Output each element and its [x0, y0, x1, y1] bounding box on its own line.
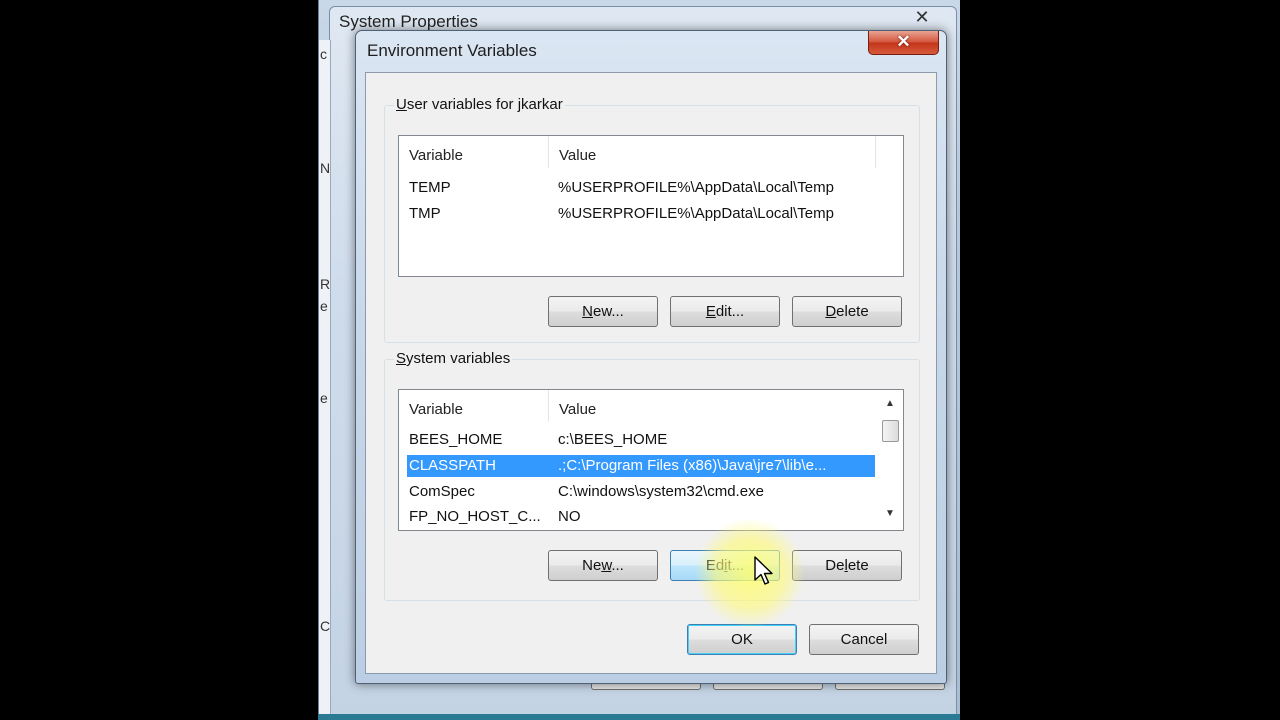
- access-key: E: [705, 303, 716, 320]
- user-variables-list[interactable]: Variable Value TEMP %USERPROFILE%\AppDat…: [398, 135, 904, 277]
- variable-cell: CLASSPATH: [409, 457, 496, 474]
- system-properties-close-icon[interactable]: ✕: [887, 6, 957, 28]
- table-row[interactable]: ComSpec C:\windows\system32\cmd.exe: [407, 481, 875, 503]
- clipped-text: e: [320, 298, 328, 314]
- list-header: Variable Value: [399, 136, 903, 168]
- user-variables-label: User variables for jkarkar: [394, 96, 565, 113]
- access-key: S: [396, 350, 407, 367]
- button-label: Ne: [582, 557, 602, 574]
- system-properties-tab-strip: c N R e e C: [319, 40, 331, 720]
- clipped-text: N: [320, 160, 331, 176]
- cancel-button[interactable]: Cancel: [809, 624, 919, 655]
- clipped-text: c: [320, 46, 327, 62]
- system-properties-title: System Properties: [339, 12, 478, 31]
- value-cell: %USERPROFILE%\AppData\Local\Temp: [558, 179, 834, 196]
- button-label: t...: [727, 557, 745, 574]
- button-label: Ed: [705, 557, 725, 574]
- scroll-down-icon[interactable]: ▼: [877, 504, 903, 524]
- close-icon: ✕: [896, 32, 911, 51]
- system-edit-button[interactable]: Edit...: [670, 550, 780, 581]
- user-edit-button[interactable]: Edit...: [670, 296, 780, 327]
- label-text: ser variables for jkarkar: [406, 96, 563, 113]
- clipped-text: e: [320, 390, 328, 406]
- scroll-up-icon[interactable]: ▲: [877, 394, 903, 414]
- system-new-button[interactable]: New...: [548, 550, 658, 581]
- value-cell: C:\windows\system32\cmd.exe: [558, 483, 764, 500]
- table-row[interactable]: TMP %USERPROFILE%\AppData\Local\Temp: [407, 203, 875, 225]
- scroll-thumb[interactable]: [882, 420, 899, 442]
- access-key: U: [396, 96, 407, 113]
- value-cell: NO: [558, 508, 581, 525]
- clipped-text: R: [320, 276, 331, 292]
- dialog-client-area: User variables for jkarkar Variable Valu…: [365, 72, 937, 674]
- button-label: elete: [836, 303, 869, 320]
- user-new-button[interactable]: New...: [548, 296, 658, 327]
- table-row[interactable]: BEES_HOME c:\BEES_HOME: [407, 429, 875, 451]
- clipped-text: C: [320, 618, 331, 634]
- list-header: Variable Value: [399, 390, 903, 422]
- table-row[interactable]: TEMP %USERPROFILE%\AppData\Local\Temp: [407, 177, 875, 199]
- variable-cell: TMP: [409, 205, 441, 222]
- table-row[interactable]: FP_NO_HOST_C... NO: [407, 506, 875, 528]
- button-label: De: [825, 557, 845, 574]
- access-key: N: [582, 303, 593, 320]
- dialog-title: Environment Variables: [367, 41, 537, 60]
- button-label: ...: [611, 557, 624, 574]
- value-cell: c:\BEES_HOME: [558, 431, 668, 448]
- variable-cell: FP_NO_HOST_C...: [409, 508, 541, 525]
- variable-cell: ComSpec: [409, 483, 475, 500]
- value-cell: .;C:\Program Files (x86)\Java\jre7\lib\e…: [558, 457, 827, 474]
- variable-cell: TEMP: [409, 179, 451, 196]
- column-header-value[interactable]: Value: [549, 136, 876, 168]
- table-row-selected[interactable]: CLASSPATH .;C:\Program Files (x86)\Java\…: [407, 455, 875, 477]
- access-key: w: [601, 557, 612, 574]
- column-header-value[interactable]: Value: [549, 390, 876, 422]
- button-label: dit...: [715, 303, 745, 320]
- button-label: ew...: [592, 303, 624, 320]
- variable-cell: BEES_HOME: [409, 431, 503, 448]
- environment-variables-dialog: Environment Variables ✕ User variables f…: [355, 30, 947, 684]
- button-label: ete: [847, 557, 869, 574]
- system-delete-button[interactable]: Delete: [792, 550, 902, 581]
- column-header-variable[interactable]: Variable: [399, 390, 549, 422]
- vertical-scrollbar[interactable]: ▲ ▼: [877, 390, 903, 530]
- label-text: ystem variables: [406, 350, 511, 367]
- value-cell: %USERPROFILE%\AppData\Local\Temp: [558, 205, 834, 222]
- user-delete-button[interactable]: Delete: [792, 296, 902, 327]
- access-key: D: [825, 303, 837, 320]
- dialog-close-button[interactable]: ✕: [868, 31, 939, 55]
- column-header-variable[interactable]: Variable: [399, 136, 549, 168]
- taskbar-edge: [318, 714, 960, 720]
- ok-button[interactable]: OK: [687, 624, 797, 655]
- system-variables-label: System variables: [394, 350, 513, 367]
- system-variables-list[interactable]: Variable Value BEES_HOME c:\BEES_HOME CL…: [398, 389, 904, 531]
